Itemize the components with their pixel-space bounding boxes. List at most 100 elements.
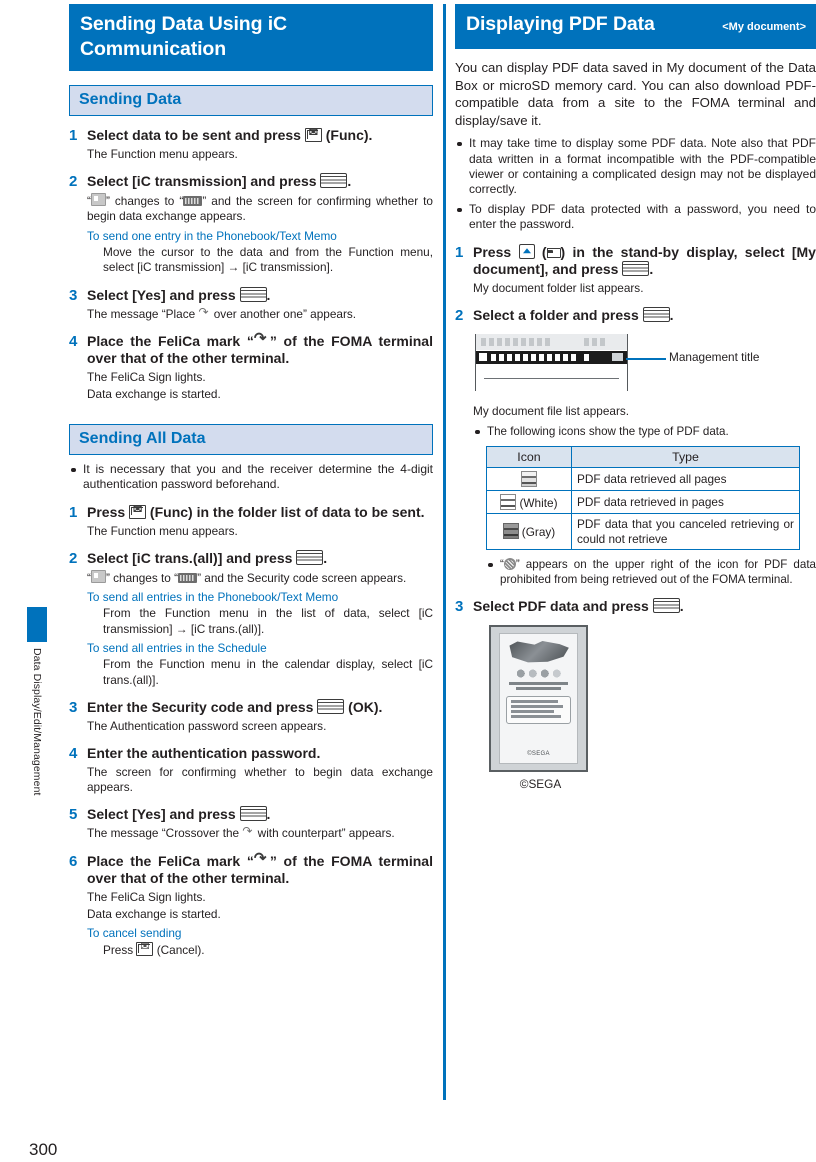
pdf-white-icon — [500, 493, 517, 510]
step-body: The message “Crossover the with counterp… — [87, 825, 433, 841]
step-body-lead: The message “Place — [87, 306, 199, 321]
step: 6 Place the FeliCa mark “” of the FOMA t… — [69, 851, 433, 887]
monkey-ball-art — [514, 668, 563, 679]
step-number: 5 — [69, 806, 78, 824]
table-header-icon: Icon — [486, 446, 572, 468]
felica-mark-icon — [254, 851, 270, 868]
status-bar — [476, 333, 627, 350]
step-title: Select [Yes] and press . — [87, 806, 433, 823]
left-column: Sending Data Using iC Communication Send… — [69, 4, 433, 959]
pdf-sample-figure: ©SEGA ©SEGA — [489, 625, 592, 791]
step-title-text-2: ( — [534, 243, 547, 260]
step-body: The Function menu appears. — [87, 147, 238, 161]
table-cell-icon — [486, 467, 572, 491]
game-logo-art — [509, 641, 569, 663]
table-header-row: Icon Type — [486, 446, 800, 468]
step: 2 Select [iC transmission] and press . — [69, 173, 433, 190]
step-body-mid: ” changes to “ — [105, 570, 179, 585]
step-title-text-2: . — [266, 806, 271, 823]
step-subbody: Move the cursor to the data and from the… — [103, 245, 433, 275]
select-key-icon — [642, 306, 670, 322]
step-subhead: To send all entries in the Phonebook/Tex… — [87, 589, 339, 604]
column-divider — [443, 4, 446, 1100]
note-item: The following icons show the type of PDF… — [473, 424, 816, 439]
step-subbody: From the Function menu in the list of da… — [103, 606, 433, 636]
step-body: Data exchange is started. — [87, 386, 221, 401]
ic-idle-icon — [90, 193, 106, 207]
pdf-sample-content: ©SEGA — [499, 633, 578, 764]
headline-line — [509, 682, 568, 685]
callout-leader-line — [626, 357, 666, 360]
step-body: My document file list appears. — [473, 403, 630, 418]
felica-mark-icon — [242, 825, 254, 839]
step: 1 Press (Func) in the folder list of dat… — [69, 503, 433, 521]
step-title-text: Select PDF data and press — [473, 598, 653, 614]
table-row: PDF data retrieved all pages — [486, 467, 800, 491]
table-cell-type: PDF data retrieved all pages — [571, 467, 800, 491]
table-header-type: Type — [571, 446, 800, 468]
retrieval-prohibited-icon — [503, 558, 516, 570]
step-number: 1 — [69, 503, 78, 521]
inner-credit: ©SEGA — [527, 751, 550, 757]
right-column: Displaying PDF Data <My document> You ca… — [455, 4, 816, 791]
step-title: Select data to be sent and press (Func). — [87, 126, 433, 144]
right-chapter-banner: Displaying PDF Data <My document> — [455, 4, 816, 49]
step-number: 4 — [69, 744, 78, 762]
list-divider — [484, 377, 619, 379]
step-title: Press (Func) in the folder list of data … — [87, 503, 433, 521]
step: 5 Select [Yes] and press . — [69, 806, 433, 823]
step-title: Place the FeliCa mark “” of the FOMA ter… — [87, 851, 433, 887]
management-title-row — [476, 350, 627, 364]
step-number: 2 — [69, 549, 78, 567]
mail-key-icon — [136, 940, 154, 957]
step-number: 2 — [455, 306, 464, 324]
step: 2 Select [iC trans.(all)] and press . — [69, 549, 433, 567]
step-body: The Authentication password screen appea… — [87, 718, 327, 733]
step-title-text: Select [Yes] and press — [87, 806, 240, 823]
step-body: The screen for confirming whether to beg… — [87, 764, 433, 795]
note-item: “” appears on the upper right of the ico… — [486, 557, 816, 587]
side-tab-label: Data Display/Edit/Management — [31, 648, 43, 796]
step-title-text: Select [Yes] and press — [87, 286, 240, 303]
ic-active-icon — [183, 196, 203, 207]
step: 4 Place the FeliCa mark “” of the FOMA t… — [69, 331, 433, 367]
step-title-text: Press — [473, 243, 519, 260]
step-body: “” changes to “” and the Security code s… — [87, 569, 433, 586]
step-body: The FeliCa Sign lights. — [87, 889, 206, 904]
step-body-mid: ” changes to “ — [105, 194, 184, 209]
table-row: (White) PDF data retrieved in pages — [486, 490, 800, 514]
ic-active-icon — [178, 572, 198, 583]
headline-line-2 — [516, 687, 561, 690]
note-item: It is necessary that you and the receive… — [69, 462, 433, 492]
phone-screenshot — [475, 333, 628, 391]
step-title-text-2: . — [679, 598, 684, 614]
step-body: Data exchange is started. — [87, 906, 221, 921]
section-notes: It is necessary that you and the receive… — [69, 462, 433, 492]
step-subhead-2: To send all entries in the Schedule — [87, 640, 267, 655]
section-heading-sending-data: Sending Data — [69, 85, 433, 116]
step-title-text-2: . — [323, 549, 328, 566]
prohibit-note: “” appears on the upper right of the ico… — [486, 557, 816, 587]
step-title-text-2: (Func). — [321, 127, 373, 143]
step-body: The FeliCa Sign lights. — [87, 369, 206, 384]
note-item: To display PDF data protected with a pas… — [455, 202, 816, 232]
step: 1 Select data to be sent and press (Func… — [69, 126, 433, 144]
pdf-icon-type-table: Icon Type PDF data retrieved all pages (… — [486, 446, 800, 550]
step-title-text: Press — [87, 503, 130, 520]
table-cell-type: PDF data that you canceled retrieving or… — [571, 513, 800, 550]
step-subbody-2: From the Function menu in the calendar d… — [103, 657, 433, 687]
step-title-text: Select [iC transmission] and press — [87, 173, 321, 190]
felica-mark-icon — [254, 331, 270, 348]
step-title-text: Select data to be sent and press — [87, 127, 305, 143]
table-cell-icon: (Gray) — [486, 513, 572, 550]
step-title: Place the FeliCa mark “” of the FOMA ter… — [87, 331, 433, 367]
folder-icon — [546, 247, 561, 258]
step-title-text-2: . — [347, 173, 352, 190]
step-body-tail: with counterpart” appears. — [254, 826, 395, 841]
step: 3 Select [Yes] and press . — [69, 286, 433, 304]
step-number: 2 — [69, 173, 78, 191]
step-title-text-2: (OK). — [344, 698, 383, 715]
step-title: Enter the authentication password. — [87, 744, 321, 761]
intro-paragraph: You can display PDF data saved in My doc… — [455, 60, 816, 128]
step-subhead: To send one entry in the Phonebook/Text … — [87, 228, 337, 243]
